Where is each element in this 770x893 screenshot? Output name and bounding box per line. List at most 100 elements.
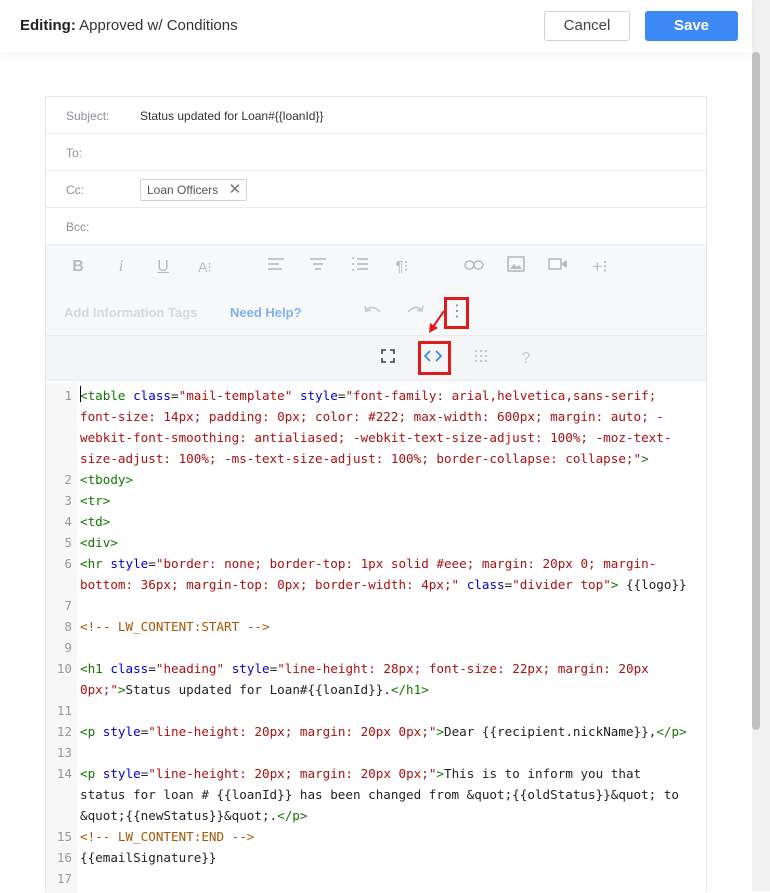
insert-more-icon[interactable]: +⁝ <box>589 256 611 278</box>
page-scrollbar-thumb[interactable] <box>752 52 760 730</box>
line-number: 6 <box>64 556 72 571</box>
code-line[interactable]: webkit-font-smoothing: antialiased; -web… <box>46 427 706 448</box>
code-view-toolbar: ? <box>46 335 706 381</box>
to-label: To: <box>66 146 83 160</box>
code-token: > <box>436 724 444 739</box>
code-line[interactable]: 16 {{emailSignature}} <box>46 847 706 868</box>
code-line[interactable]: 7 <box>46 595 706 616</box>
line-number: 8 <box>64 619 72 634</box>
code-line[interactable]: 6 <hr style="border: none; border-top: 1p… <box>46 553 706 574</box>
video-icon[interactable] <box>547 256 569 278</box>
code-text: <div> <box>80 532 118 553</box>
code-token: font-size: 14px; padding: 0px; color: #2… <box>80 409 664 424</box>
font-size-icon[interactable]: A⁝ <box>194 256 216 278</box>
code-line[interactable]: 14 <p style="line-height: 20px; margin: 2… <box>46 763 706 784</box>
code-token: "line-height: 28px; font-size: 22px; mar… <box>277 661 649 676</box>
ordered-list-icon[interactable] <box>349 256 371 278</box>
code-token: "divider top" <box>512 577 611 592</box>
undo-icon[interactable] <box>362 301 384 323</box>
code-line[interactable]: 3 <tr> <box>46 490 706 511</box>
code-token: <table <box>80 388 126 403</box>
code-line[interactable]: 8 <!-- LW_CONTENT:START --> <box>46 616 706 637</box>
code-token: "border: none; border-top: 1px solid #ee… <box>155 556 657 571</box>
align-icon[interactable] <box>265 256 287 278</box>
redo-icon[interactable] <box>404 301 426 323</box>
line-number: 17 <box>56 871 72 886</box>
line-number: 16 <box>56 850 72 865</box>
code-line[interactable]: status for loan # {{loanId}} has been ch… <box>46 784 706 805</box>
code-line[interactable]: 0px;">Status updated for Loan#{{loanId}}… <box>46 679 706 700</box>
code-line[interactable]: 2 <tbody> <box>46 469 706 490</box>
underline-icon[interactable]: U <box>152 256 174 278</box>
help-icon[interactable]: ? <box>515 348 537 370</box>
code-text: <td> <box>80 511 110 532</box>
fullscreen-icon[interactable] <box>377 348 399 370</box>
code-token: Dear {{recipient.nickName}}, <box>444 724 657 739</box>
bold-icon[interactable]: B <box>67 256 89 278</box>
template-name: Approved w/ Conditions <box>79 17 238 34</box>
code-text: &quot;{{newStatus}}&quot;.</p> <box>80 805 307 826</box>
code-text: bottom: 36px; margin-top: 0px; border-wi… <box>80 574 687 595</box>
formatting-toolbar: B i U A⁝ ¶⁝ +⁝ Add Information Tags Need… <box>46 245 706 335</box>
code-line[interactable]: 10 <h1 class="heading" style="line-height… <box>46 658 706 679</box>
code-line[interactable]: 9 <box>46 637 706 658</box>
code-text: <!-- LW_CONTENT:START --> <box>80 616 270 637</box>
line-number: 5 <box>64 535 72 550</box>
code-token: &quot;{{newStatus}}&quot;. <box>80 808 278 823</box>
paragraph-format-icon[interactable] <box>307 256 329 278</box>
bcc-row[interactable]: Bcc: <box>46 208 706 245</box>
code-line[interactable]: 1 <table class="mail-template" style="fon… <box>46 385 706 406</box>
code-token: <td> <box>80 514 111 529</box>
code-line[interactable]: 11 <box>46 700 706 721</box>
code-line[interactable]: 15 <!-- LW_CONTENT:END --> <box>46 826 706 847</box>
code-token: "heading" <box>155 661 225 676</box>
title-prefix: Editing: <box>20 17 76 34</box>
code-token: <!-- LW_CONTENT:END --> <box>80 829 255 844</box>
code-line[interactable]: 12 <p style="line-height: 20px; margin: 2… <box>46 721 706 742</box>
code-text: <tbody> <box>80 469 133 490</box>
save-button[interactable]: Save <box>645 11 738 41</box>
cc-row[interactable]: Cc: Loan Officers ✕ <box>46 171 706 208</box>
code-text: <table class="mail-template" style="font… <box>80 385 656 406</box>
html-code-editor[interactable]: 1 <table class="mail-template" style="fon… <box>46 383 706 893</box>
cc-label: Cc: <box>66 183 84 197</box>
code-line[interactable]: 13 <box>46 742 706 763</box>
italic-icon[interactable]: i <box>110 256 132 278</box>
need-help-link[interactable]: Need Help? <box>230 305 302 320</box>
bcc-label: Bcc: <box>66 220 90 234</box>
text-cursor <box>80 386 81 402</box>
code-token: <div> <box>80 535 118 550</box>
code-line[interactable]: &quot;{{newStatus}}&quot;.</p> <box>46 805 706 826</box>
paragraph-icon[interactable]: ¶⁝ <box>391 256 413 278</box>
code-line[interactable]: 5 <div> <box>46 532 706 553</box>
code-line[interactable]: bottom: 36px; margin-top: 0px; border-wi… <box>46 574 706 595</box>
to-row[interactable]: To: <box>46 134 706 171</box>
image-icon[interactable] <box>505 256 527 278</box>
code-token: size-adjust: 100%; -ms-text-size-adjust:… <box>80 451 642 466</box>
code-line[interactable]: 17 <box>46 868 706 889</box>
code-token: 0px;" <box>80 682 118 697</box>
code-text: size-adjust: 100%; -ms-text-size-adjust:… <box>80 448 649 469</box>
cc-chip-loan-officers: Loan Officers ✕ <box>140 179 248 201</box>
subject-input[interactable]: Status updated for Loan#{{loanId}} <box>140 109 324 123</box>
code-token: class <box>466 577 505 592</box>
line-number: 14 <box>56 766 72 781</box>
code-token: </p> <box>656 724 687 739</box>
code-token: = <box>148 556 156 571</box>
line-number: 1 <box>64 388 72 403</box>
select-all-icon[interactable] <box>470 348 492 370</box>
code-line[interactable]: font-size: 14px; padding: 0px; color: #2… <box>46 406 706 427</box>
code-token: style <box>102 724 141 739</box>
add-information-tags-link[interactable]: Add Information Tags <box>64 305 197 320</box>
remove-chip-icon[interactable]: ✕ <box>229 180 242 199</box>
cancel-button[interactable]: Cancel <box>544 11 630 41</box>
code-token: "font-family: arial,helvetica,sans-serif… <box>345 388 657 403</box>
link-icon[interactable] <box>463 256 485 278</box>
code-line[interactable]: size-adjust: 100%; -ms-text-size-adjust:… <box>46 448 706 469</box>
code-line[interactable]: 4 <td> <box>46 511 706 532</box>
line-number: 10 <box>56 661 72 676</box>
line-number: 7 <box>64 598 72 613</box>
